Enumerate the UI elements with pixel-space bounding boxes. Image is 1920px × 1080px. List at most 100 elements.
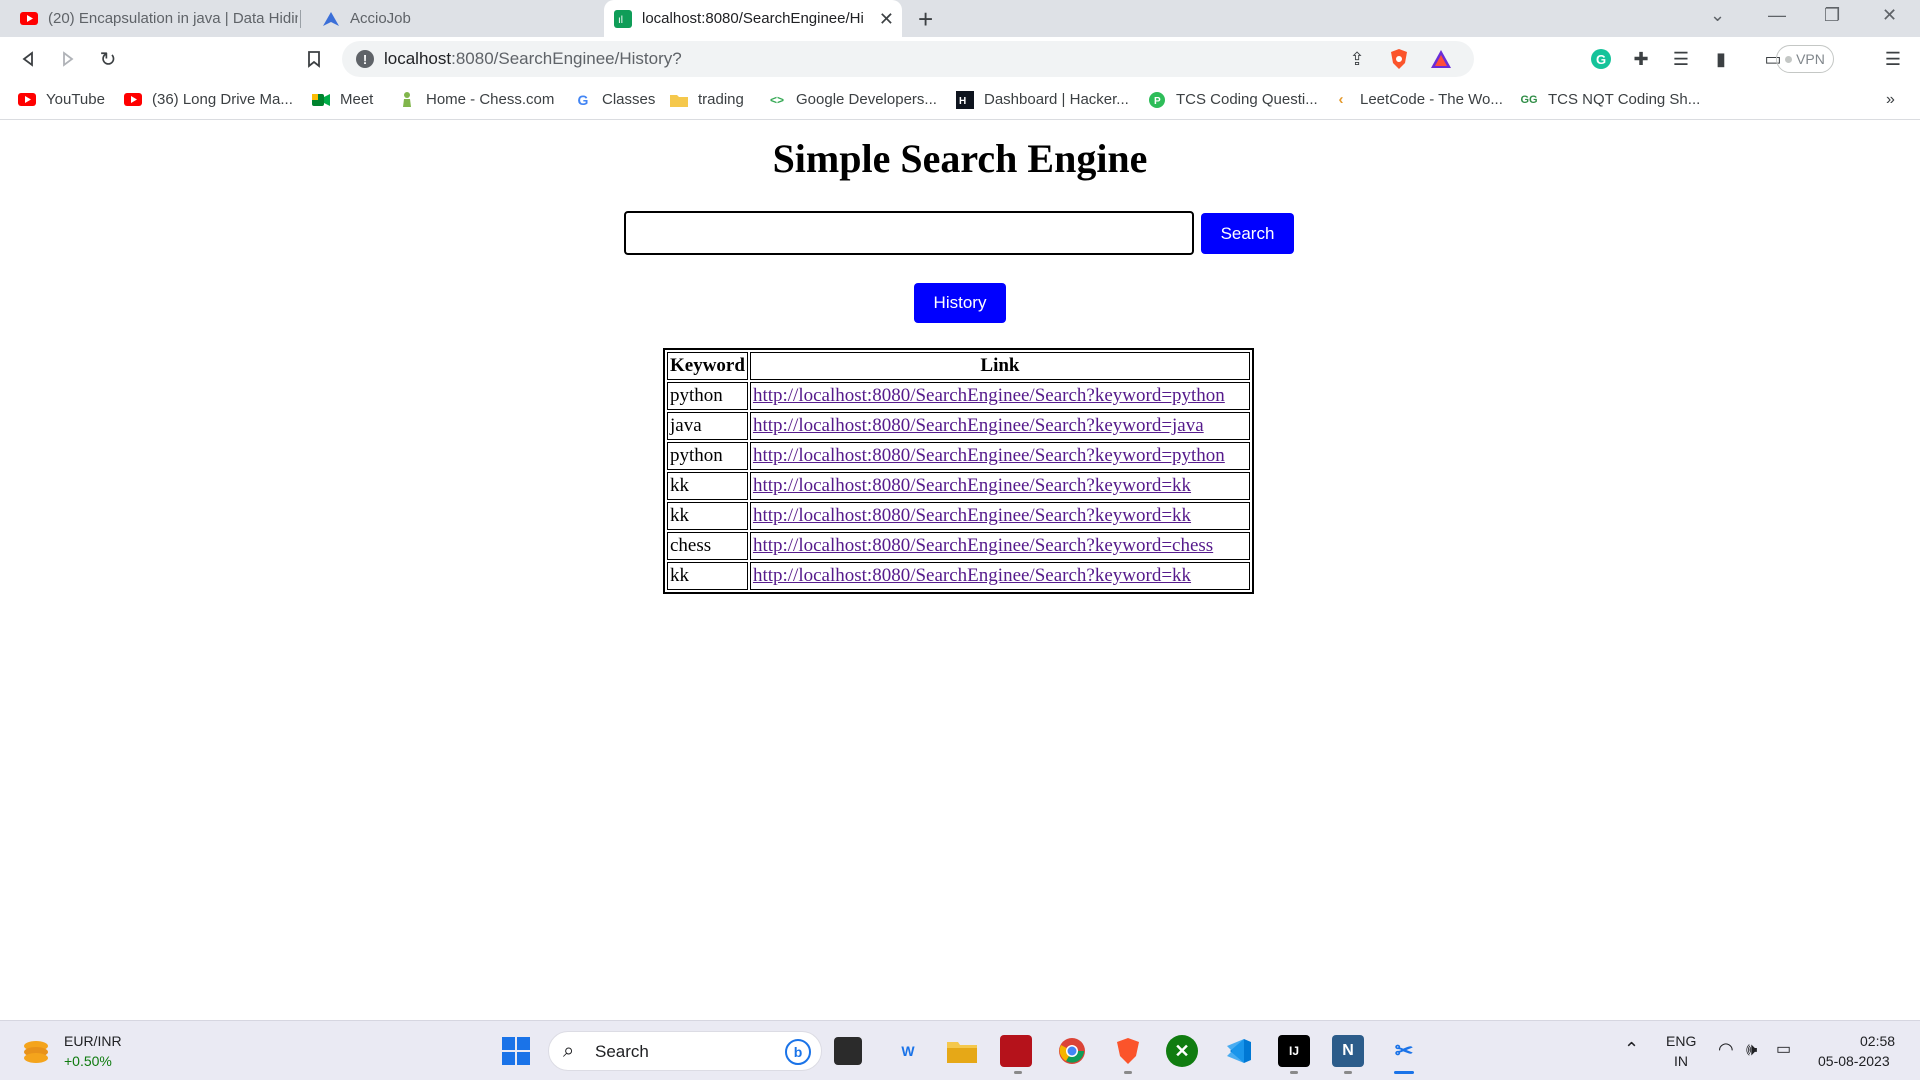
restore-icon[interactable]: ❐ [1824,5,1840,26]
app-icon: ıl [614,9,632,28]
svg-text:P: P [1154,96,1161,107]
link-cell: http://localhost:8080/SearchEnginee/Sear… [749,562,1250,590]
gfg-icon: GG [1520,93,1538,106]
tab-youtube[interactable]: (20) Encapsulation in java | Data Hidin [0,0,298,37]
browser-toolbar: ↻ ! localhost:8080/SearchEnginee/History… [0,37,1920,82]
search-button[interactable]: Search [1201,213,1294,254]
column-header-link: Link [749,352,1250,380]
bookmark-long-drive[interactable]: (36) Long Drive Ma... [124,91,293,108]
chrome-icon[interactable] [1056,1035,1088,1067]
reload-icon[interactable]: ↻ [94,45,122,73]
address-bar[interactable]: ! localhost:8080/SearchEnginee/History? … [342,41,1474,77]
brave-rewards-icon[interactable] [1428,46,1454,72]
share-icon[interactable]: ⇪ [1344,46,1370,72]
extensions-icon[interactable]: ✚ [1628,46,1654,72]
history-link[interactable]: http://localhost:8080/SearchEnginee/Sear… [753,565,1191,586]
close-tab-icon[interactable]: ✕ [879,9,894,30]
url-text: localhost:8080/SearchEnginee/History? [384,49,682,68]
menu-icon[interactable]: ☰ [1880,46,1906,72]
bookmark-tcs-nqt[interactable]: GG TCS NQT Coding Sh... [1520,91,1700,108]
widget-pair: EUR/INR [64,1033,122,1049]
site-info-icon[interactable]: ! [356,50,374,68]
svg-text:ıl: ıl [618,15,623,26]
widget-change: +0.50% [64,1053,112,1069]
wifi-icon[interactable]: ◠ [1718,1039,1734,1060]
vscode-icon[interactable] [1222,1035,1254,1067]
bookmarks-bar: YouTube (36) Long Drive Ma... Meet Home … [0,82,1920,120]
history-link[interactable]: http://localhost:8080/SearchEnginee/Sear… [753,535,1213,556]
bookmark-chess[interactable]: Home - Chess.com [398,91,554,108]
page-content: Simple Search Engine Search History Keyw… [0,121,1920,1020]
table-header-row: Keyword Link [667,352,1250,380]
tab-localhost[interactable]: ıl localhost:8080/SearchEnginee/Hi ✕ [604,0,902,37]
brave-shield-icon[interactable] [1386,46,1412,72]
history-table: Keyword Link python http://localhost:808… [663,348,1254,594]
folder-icon [670,92,688,108]
bookmark-icon[interactable] [300,45,328,73]
volume-icon[interactable]: 🕪 [1746,1039,1757,1060]
keyword-cell: java [667,412,748,440]
chevron-down-icon[interactable]: ⌄ [1710,5,1725,26]
clock-time[interactable]: 02:58 [1860,1033,1895,1049]
task-view-icon[interactable] [834,1037,862,1065]
snipping-tool-icon[interactable]: ✂ [1388,1035,1420,1067]
bookmark-leetcode[interactable]: ‹ LeetCode - The Wo... [1332,91,1503,108]
bookmark-meet[interactable]: Meet [312,91,373,108]
language-line1[interactable]: ENG [1666,1033,1696,1049]
table-row: kk http://localhost:8080/SearchEnginee/S… [667,502,1250,530]
leetcode-icon: ‹ [1338,91,1344,108]
grammarly-icon[interactable]: G [1588,46,1614,72]
tab-title: localhost:8080/SearchEnginee/Hi [642,10,864,27]
tab-strip: (20) Encapsulation in java | Data Hidin … [0,0,1920,37]
chess-icon [398,91,416,108]
table-row: java http://localhost:8080/SearchEnginee… [667,412,1250,440]
battery-icon[interactable]: ▭ [1776,1039,1791,1059]
tab-separator [300,10,301,28]
windows-start-icon[interactable] [500,1035,532,1067]
chevron-up-icon[interactable]: ⌃ [1624,1039,1639,1060]
developers-icon: <> [769,92,784,107]
netbeans-icon[interactable]: N [1332,1035,1364,1067]
active-indicator [1394,1071,1414,1074]
intellij-icon[interactable]: IJ [1278,1035,1310,1067]
bookmark-youtube[interactable]: YouTube [18,91,105,108]
history-link[interactable]: http://localhost:8080/SearchEnginee/Sear… [753,505,1191,526]
app-red-icon[interactable] [1000,1035,1032,1067]
tab-acciojob[interactable]: AccioJob [302,0,600,37]
acciojob-icon [322,10,340,28]
bookmark-trading[interactable]: trading [670,91,744,108]
sidebar-icon[interactable]: ▮ [1708,46,1734,72]
bookmark-google-developers[interactable]: <> Google Developers... [768,91,937,108]
word-icon[interactable]: W [892,1035,924,1067]
tcs-icon: P [1148,91,1166,108]
search-input[interactable] [624,211,1194,255]
history-button[interactable]: History [914,283,1006,323]
media-playlist-icon[interactable]: ☰ [1668,46,1694,72]
more-bookmarks-icon[interactable]: » [1886,91,1895,109]
history-link[interactable]: http://localhost:8080/SearchEnginee/Sear… [753,475,1191,496]
currency-widget-icon[interactable] [20,1035,52,1067]
bing-icon[interactable]: b [785,1039,811,1065]
new-tab-icon[interactable]: + [918,4,933,35]
bookmark-hackerrank[interactable]: H Dashboard | Hacker... [956,90,1129,109]
forward-icon[interactable] [54,45,82,73]
xbox-icon[interactable]: ✕ [1166,1035,1198,1067]
bookmark-tcs-coding[interactable]: P TCS Coding Questi... [1148,91,1318,108]
bookmark-classes[interactable]: G Classes [574,91,656,108]
vpn-button[interactable]: VPN [1776,45,1834,73]
svg-text:G: G [1596,52,1606,67]
link-cell: http://localhost:8080/SearchEnginee/Sear… [749,382,1250,410]
link-cell: http://localhost:8080/SearchEnginee/Sear… [749,502,1250,530]
file-explorer-icon[interactable] [946,1035,978,1067]
link-cell: http://localhost:8080/SearchEnginee/Sear… [749,472,1250,500]
history-link[interactable]: http://localhost:8080/SearchEnginee/Sear… [753,415,1204,436]
close-window-icon[interactable]: ✕ [1882,5,1897,26]
brave-icon[interactable] [1112,1035,1144,1067]
table-row: python http://localhost:8080/SearchEngin… [667,382,1250,410]
minimize-icon[interactable]: — [1768,5,1786,26]
clock-date[interactable]: 05-08-2023 [1818,1053,1890,1069]
back-icon[interactable] [14,45,42,73]
taskbar-search[interactable]: ⌕ Search b [548,1031,822,1071]
history-link[interactable]: http://localhost:8080/SearchEnginee/Sear… [753,385,1225,406]
history-link[interactable]: http://localhost:8080/SearchEnginee/Sear… [753,445,1225,466]
